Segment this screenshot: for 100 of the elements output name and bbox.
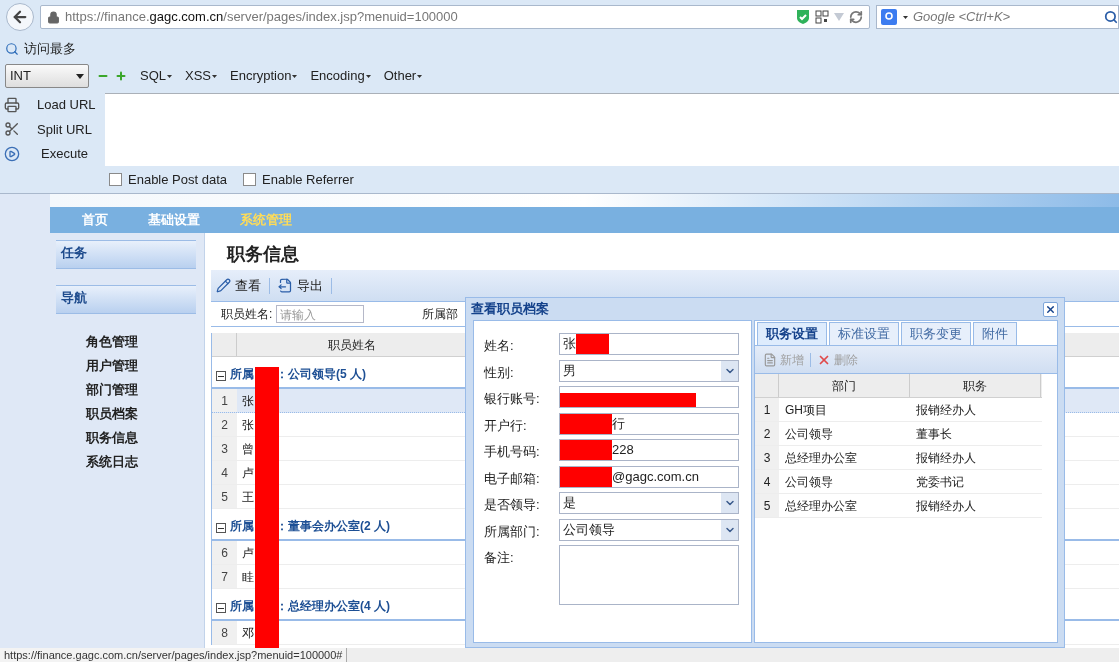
table-cell-text: 眭 — [242, 568, 254, 586]
search-icon — [5, 42, 19, 56]
dropdown-button[interactable] — [721, 519, 738, 540]
dropdown-button[interactable] — [721, 360, 738, 381]
row-number: 6 — [212, 541, 237, 564]
table-cell-text: 报销经办人 — [915, 401, 977, 419]
edit-icon — [216, 278, 231, 293]
table-cell-text: 公司领导 — [784, 473, 834, 491]
field-label: 备注: — [484, 549, 515, 567]
sidebar-item[interactable]: 部门管理 — [86, 378, 204, 402]
field-label: 姓名: — [484, 337, 515, 355]
text-field[interactable]: 228 — [559, 439, 739, 461]
dialog-title: 查看职员档案 — [471, 300, 549, 319]
sidebar-panel-header[interactable]: 任务 — [56, 240, 196, 269]
dialog-tab[interactable]: 职务变更 — [901, 322, 971, 345]
collapse-icon[interactable] — [216, 371, 226, 381]
column-header[interactable]: 职务 — [910, 374, 1041, 397]
encoding-select[interactable]: INT — [5, 64, 89, 88]
caret-icon — [76, 73, 84, 79]
dropdown-button[interactable] — [721, 493, 738, 513]
row-number: 4 — [755, 470, 779, 493]
group-label: ：董事会办公室(2 人) — [276, 518, 390, 535]
option-checkbox[interactable]: Enable Post data — [109, 169, 228, 190]
search-engine-icon — [881, 9, 897, 25]
text-field[interactable] — [559, 386, 739, 408]
address-bar[interactable]: https://finance.gagc.com.cn/server/pages/index.jsp?menuid=100000 — [40, 5, 870, 29]
action-button[interactable]: Load URL — [0, 93, 105, 118]
select-field[interactable]: 是 — [559, 492, 739, 514]
table-cell-text: 邓 — [242, 624, 254, 642]
sidebar-item[interactable]: 用户管理 — [86, 354, 204, 378]
text-field[interactable]: @gagc.com.cn — [559, 465, 739, 488]
column-header[interactable]: 部门 — [779, 374, 910, 397]
table-cell-text: 公司领导 — [784, 425, 834, 443]
qr-code-icon — [815, 10, 829, 24]
bookmark-item[interactable]: 访问最多 — [5, 39, 76, 59]
row-number: 1 — [212, 389, 237, 412]
dialog-tab[interactable]: 附件 — [973, 322, 1017, 345]
table-cell-text: 总经理办公室 — [784, 449, 858, 467]
field-label: 手机号码: — [484, 443, 541, 461]
toolbar-button[interactable]: 导出 — [278, 275, 323, 296]
table-cell-text: 卢 — [242, 544, 254, 562]
toolbar-button[interactable]: 查看 — [216, 275, 261, 296]
text-field[interactable]: 张 — [559, 333, 739, 355]
action-button[interactable]: Execute — [0, 141, 105, 166]
caret-icon — [417, 74, 423, 78]
select-field[interactable]: 公司领导 — [559, 518, 739, 541]
sidebar-item[interactable]: 角色管理 — [86, 330, 204, 354]
sidebar-item[interactable]: 职员档案 — [86, 402, 204, 426]
row-number: 1 — [755, 398, 779, 421]
sidebar-panel-header[interactable]: 导航 — [56, 285, 196, 314]
option-checkbox[interactable]: Enable Referrer — [243, 169, 354, 190]
select-field[interactable]: 男 — [559, 359, 739, 382]
row-number: 4 — [212, 461, 237, 484]
table-cell-text: 董事长 — [915, 425, 953, 443]
group-label: ：总经理办公室(4 人) — [276, 598, 390, 615]
document-icon — [763, 352, 777, 367]
row-number: 5 — [212, 485, 237, 508]
action-button[interactable]: Split URL — [0, 117, 105, 142]
search-icon[interactable] — [1104, 10, 1118, 24]
text-field[interactable]: 行 — [559, 412, 739, 435]
plus-icon[interactable] — [115, 70, 127, 82]
sidebar-item[interactable]: 系统日志 — [86, 450, 204, 474]
back-button[interactable] — [6, 3, 34, 31]
remark-field[interactable] — [559, 545, 739, 605]
table-cell-text: 曾 — [242, 440, 254, 458]
menu-button[interactable]: SQL — [135, 66, 172, 86]
caret-icon — [212, 74, 218, 78]
play-icon — [4, 145, 20, 162]
field-label: 开户行: — [484, 416, 528, 435]
group-label: ：公司领导(5 人) — [276, 366, 366, 383]
menu-button[interactable]: Other — [378, 66, 423, 86]
table-cell-text: 张 — [242, 392, 254, 410]
menu-button[interactable]: Encoding — [305, 66, 371, 86]
table-cell-text: GH项目 — [784, 401, 828, 419]
table-cell-text: 卢 — [242, 464, 254, 482]
caret-icon — [365, 74, 371, 78]
menu-button[interactable]: Encryption — [225, 66, 298, 86]
close-button[interactable] — [1043, 301, 1058, 317]
table-cell-text: 报销经办人 — [915, 497, 977, 515]
table-cell-text: 张 — [242, 416, 254, 434]
row-number: 5 — [755, 494, 779, 517]
dialog-tab[interactable]: 职务设置 — [757, 322, 827, 345]
collapse-icon[interactable] — [216, 603, 226, 613]
caret-icon — [292, 74, 298, 78]
reload-icon[interactable] — [849, 10, 863, 24]
column-header[interactable]: 职员姓名 — [237, 333, 467, 356]
search-field[interactable]: Google <Ctrl+K> — [876, 5, 1119, 29]
dialog-tab[interactable]: 标准设置 — [829, 322, 899, 345]
table-cell-text: 总经理办公室 — [784, 497, 858, 515]
menu-button[interactable]: XSS — [180, 66, 218, 86]
field-label: 是否领导: — [484, 496, 541, 514]
field-label: 性别: — [484, 363, 515, 382]
row-number: 3 — [212, 437, 237, 460]
table-cell-text: 党委书记 — [915, 473, 965, 491]
filter-label: 职员姓名: — [221, 306, 273, 323]
collapse-icon[interactable] — [216, 523, 226, 533]
row-number: 2 — [212, 413, 237, 436]
export-icon — [278, 278, 293, 293]
printer-icon — [4, 97, 20, 114]
sidebar-item[interactable]: 职务信息 — [86, 426, 204, 450]
